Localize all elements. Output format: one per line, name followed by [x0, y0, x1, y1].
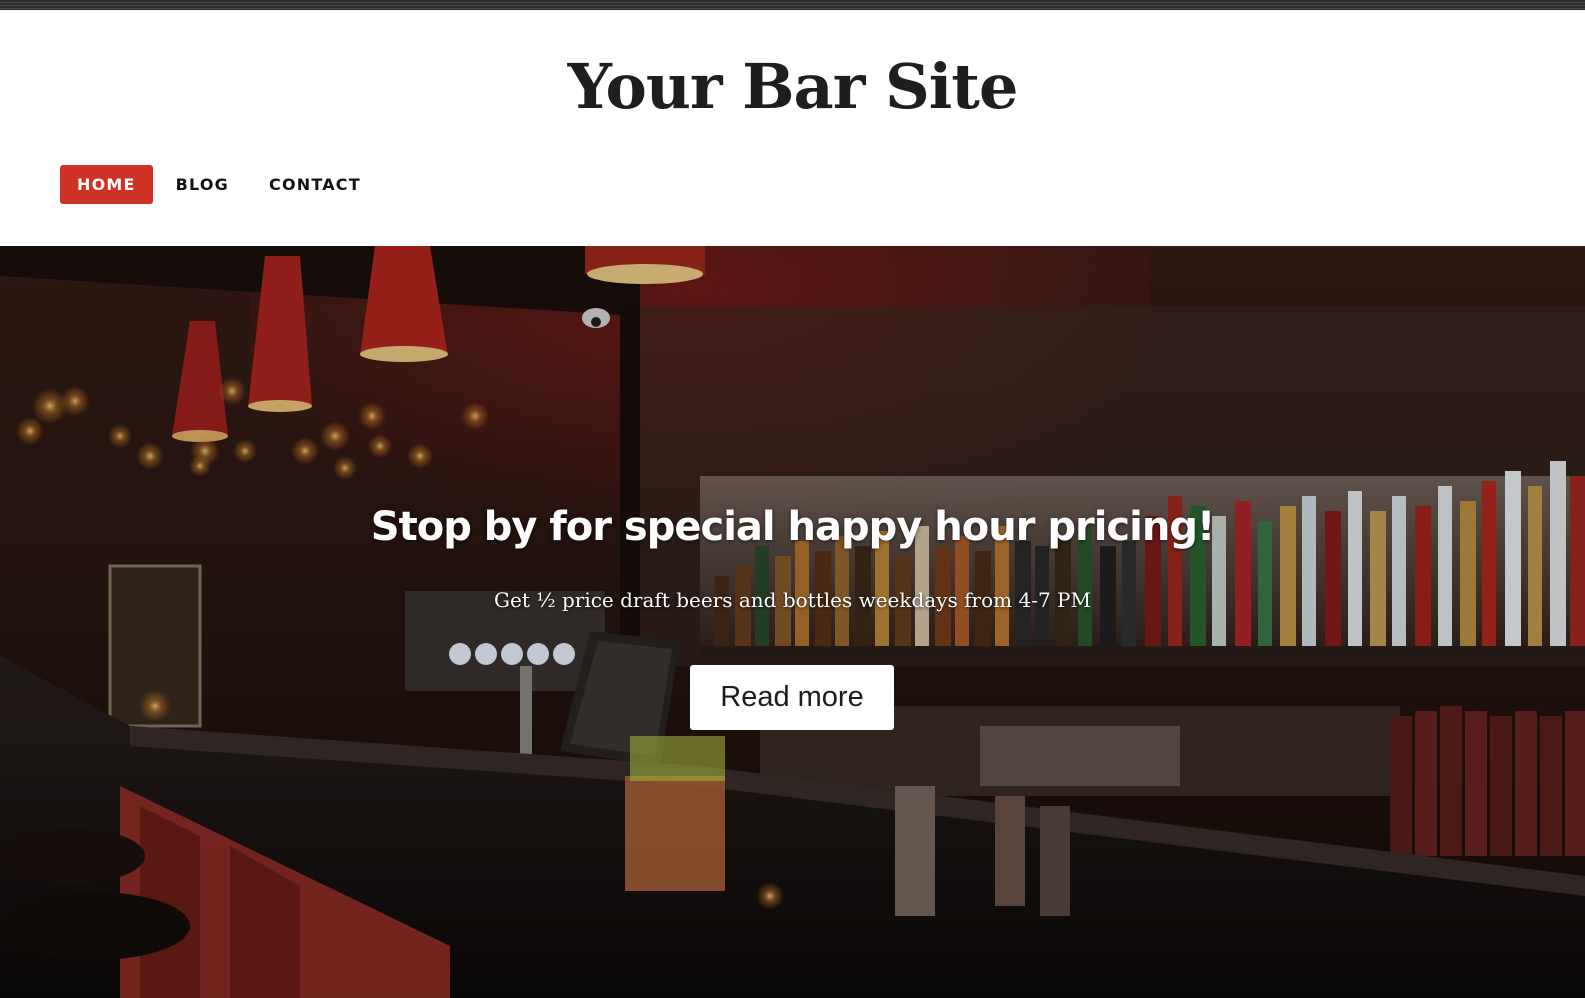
hero-heading: Stop by for special happy hour pricing!: [370, 504, 1215, 550]
nav-item-contact[interactable]: CONTACT: [252, 165, 378, 204]
nav-item-home[interactable]: HOME: [60, 165, 153, 204]
read-more-button[interactable]: Read more: [690, 665, 894, 730]
site-title[interactable]: Your Bar Site: [0, 50, 1585, 124]
main-nav: HOME BLOG CONTACT: [60, 165, 384, 204]
browser-top-edge: [0, 0, 1585, 10]
hero-subheading: Get ½ price draft beers and bottles week…: [494, 588, 1091, 612]
hero-dark-overlay: [0, 246, 1585, 998]
nav-item-blog[interactable]: BLOG: [159, 165, 246, 204]
site-header: Your Bar Site HOME BLOG CONTACT: [0, 10, 1585, 246]
hero-banner: Stop by for special happy hour pricing! …: [0, 246, 1585, 998]
